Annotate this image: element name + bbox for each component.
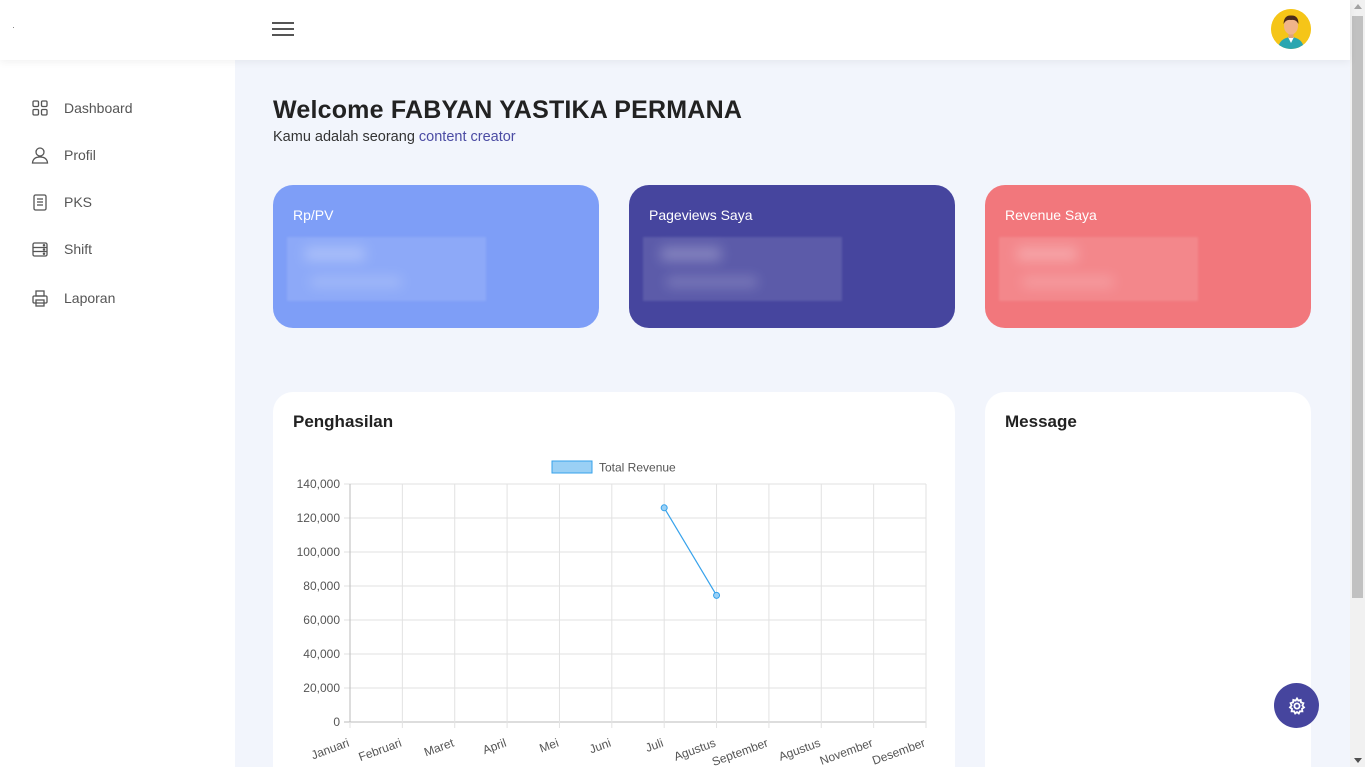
x-tick-label: Juli <box>643 736 665 755</box>
sidebar-item-laporan[interactable]: Laporan <box>30 288 115 308</box>
stat-card-title: Rp/PV <box>293 207 334 223</box>
blurred-value <box>999 237 1198 301</box>
y-tick-label: 60,000 <box>303 613 340 627</box>
data-point <box>713 591 721 599</box>
stat-card-title: Pageviews Saya <box>649 207 753 223</box>
sidebar-item-profil[interactable]: Profil <box>30 145 96 165</box>
stat-card-pageviews: Pageviews Saya <box>629 185 955 328</box>
scroll-up-arrow[interactable] <box>1354 4 1362 9</box>
y-tick-label: 120,000 <box>297 511 341 525</box>
settings-button[interactable] <box>1274 683 1319 728</box>
x-tick-label: April <box>481 736 508 757</box>
x-tick-label: Agustus <box>777 736 823 764</box>
main-content: Welcome FABYAN YASTIKA PERMANA Kamu adal… <box>235 60 1350 767</box>
scroll-down-arrow[interactable] <box>1354 758 1362 763</box>
revenue-chart-panel: Penghasilan 140,000 120,000 100,000 80,000 6… <box>273 392 955 767</box>
blurred-value <box>643 237 842 301</box>
legend-label: Total Revenue <box>599 461 676 475</box>
message-panel: Message <box>985 392 1311 767</box>
server-icon <box>30 239 50 259</box>
gear-icon <box>1288 696 1305 715</box>
data-point <box>660 504 668 512</box>
x-tick-label: Mei <box>538 736 561 756</box>
stat-card-revenue: Revenue Saya <box>985 185 1311 328</box>
y-tick-label: 40,000 <box>303 647 340 661</box>
x-tick-label: Februari <box>357 736 404 764</box>
grid-icon <box>30 98 50 118</box>
subtitle-text: Kamu adalah seorang <box>273 129 419 145</box>
role-text: content creator <box>418 129 516 145</box>
x-tick-label: Juni <box>587 736 612 757</box>
y-tick-label: 80,000 <box>303 579 340 593</box>
printer-icon <box>30 288 50 308</box>
y-tick-label: 0 <box>333 715 340 729</box>
x-tick-label: Januari <box>309 736 351 763</box>
x-tick-label: Maret <box>422 735 456 759</box>
user-avatar[interactable] <box>1271 9 1311 49</box>
scrollbar-thumb[interactable] <box>1352 16 1363 598</box>
page-scrollbar[interactable] <box>1350 0 1365 767</box>
y-tick-label: 140,000 <box>297 477 341 491</box>
panel-title: Message <box>1005 412 1077 431</box>
sidebar-item-label: Dashboard <box>64 100 133 116</box>
hamburger-icon[interactable] <box>272 22 294 42</box>
revenue-chart: 140,000 120,000 100,000 80,000 60,000 40,000 2… <box>297 460 927 767</box>
sidebar-item-shift[interactable]: Shift <box>30 239 92 259</box>
legend-swatch <box>551 460 593 474</box>
brand-logo <box>13 27 14 28</box>
page-subtitle: Kamu adalah seorang content creator <box>273 129 516 145</box>
page-title: Welcome FABYAN YASTIKA PERMANA <box>273 96 743 124</box>
document-icon <box>30 192 50 212</box>
sidebar: Dashboard Profil PKS Shift Laporan <box>0 60 235 767</box>
x-tick-label: November <box>818 736 875 767</box>
sidebar-item-label: Shift <box>64 241 93 257</box>
blurred-value <box>287 237 486 301</box>
sidebar-item-label: Laporan <box>64 290 116 306</box>
stat-card-title: Revenue Saya <box>1005 207 1097 223</box>
x-tick-label: Desember <box>870 736 927 767</box>
user-icon <box>30 145 50 165</box>
y-tick-label: 100,000 <box>297 545 341 559</box>
x-tick-label: September <box>710 736 770 767</box>
sidebar-item-label: PKS <box>64 194 93 210</box>
sidebar-item-pks[interactable]: PKS <box>30 192 92 212</box>
sidebar-item-dashboard[interactable]: Dashboard <box>30 98 133 118</box>
top-navbar <box>0 0 1350 60</box>
sidebar-item-label: Profil <box>64 147 96 163</box>
stat-card-rppv: Rp/PV <box>273 185 599 328</box>
y-tick-label: 20,000 <box>303 681 340 695</box>
